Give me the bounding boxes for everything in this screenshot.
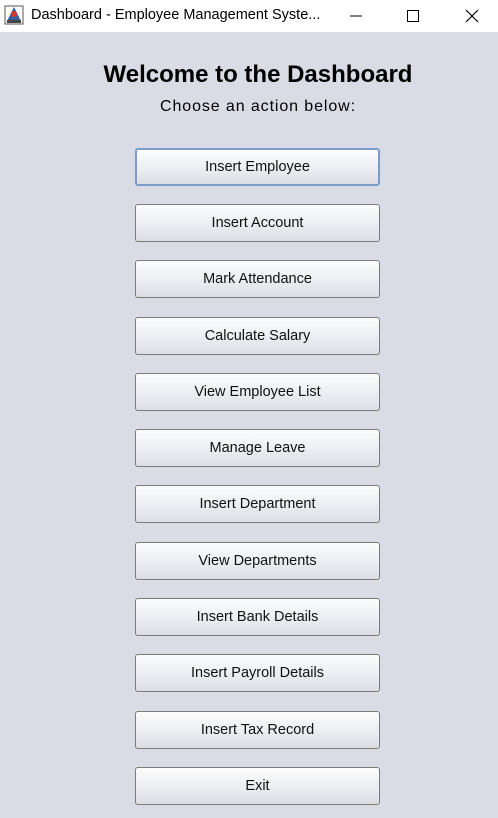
window-title: Dashboard - Employee Management Syste... <box>31 7 321 23</box>
insert-payroll-details-button[interactable]: Insert Payroll Details <box>135 654 380 692</box>
page-subtitle: Choose an action below: <box>160 98 356 115</box>
mark-attendance-button[interactable]: Mark Attendance <box>135 260 380 298</box>
insert-bank-details-button[interactable]: Insert Bank Details <box>135 598 380 636</box>
insert-employee-button[interactable]: Insert Employee <box>135 148 380 186</box>
view-employee-list-button[interactable]: View Employee List <box>135 373 380 411</box>
manage-leave-button[interactable]: Manage Leave <box>135 429 380 467</box>
maximize-icon[interactable] <box>390 0 436 32</box>
exit-button[interactable]: Exit <box>135 767 380 805</box>
page-title: Welcome to the Dashboard <box>103 61 413 88</box>
title-bar[interactable]: Dashboard - Employee Management Syste... <box>0 0 498 32</box>
insert-department-button[interactable]: Insert Department <box>135 485 380 523</box>
calculate-salary-button[interactable]: Calculate Salary <box>135 317 380 355</box>
view-departments-button[interactable]: View Departments <box>135 542 380 580</box>
minimize-icon[interactable] <box>333 0 379 32</box>
java-app-icon <box>4 5 24 25</box>
insert-tax-record-button[interactable]: Insert Tax Record <box>135 711 380 749</box>
close-icon[interactable] <box>449 0 495 32</box>
insert-account-button[interactable]: Insert Account <box>135 204 380 242</box>
